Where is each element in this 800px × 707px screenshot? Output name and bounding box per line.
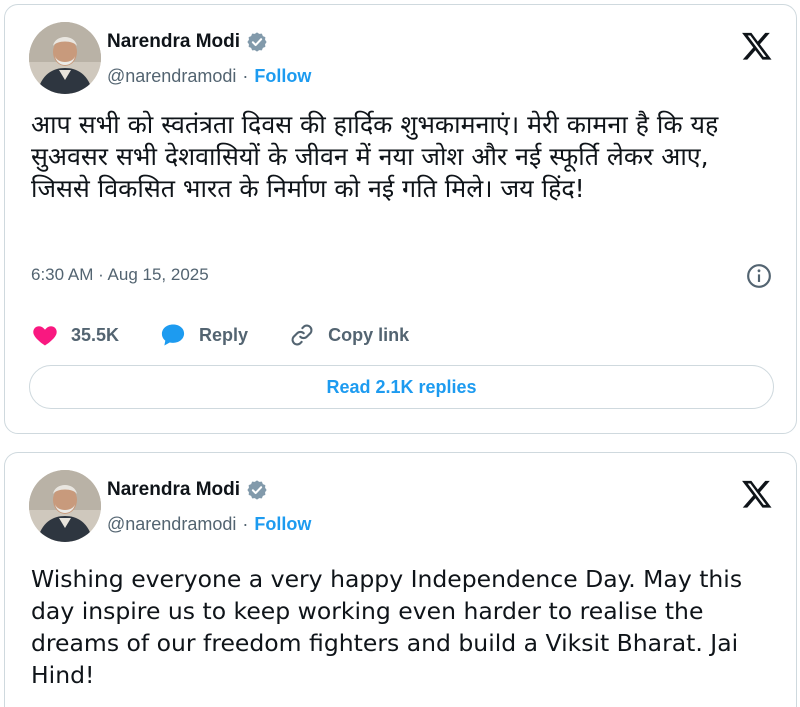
avatar[interactable] (29, 470, 101, 542)
x-logo-icon[interactable] (740, 478, 774, 510)
tweet-card[interactable]: Narendra Modi @narendramodi · Follow Wis… (4, 452, 797, 707)
copy-link-label: Copy link (328, 324, 410, 345)
like-button[interactable]: 35.5K (31, 321, 119, 349)
speech-bubble-icon (161, 324, 185, 346)
separator-dot: · (242, 514, 249, 534)
follow-link[interactable]: Follow (254, 514, 311, 535)
tweet-timestamp[interactable]: 6:30 AM · Aug 15, 2025 (31, 265, 209, 285)
author-handle[interactable]: @narendramodi (107, 66, 236, 87)
follow-link[interactable]: Follow (254, 66, 311, 87)
tweet-actions: 35.5K Reply Copy link (31, 321, 449, 349)
avatar-image (29, 470, 101, 542)
tweet-card[interactable]: Narendra Modi @narendramodi · Follow आप … (4, 4, 797, 434)
tweet-text: आप सभी को स्वतंत्रता दिवस की हार्दिक शुभ… (31, 110, 719, 203)
reply-label: Reply (199, 324, 249, 345)
heart-icon (33, 326, 57, 346)
reply-button[interactable]: Reply (159, 321, 248, 349)
author-handle[interactable]: @narendramodi (107, 514, 236, 535)
avatar-image (29, 22, 101, 94)
author-name[interactable]: Narendra Modi (107, 479, 240, 501)
x-logo-icon[interactable] (740, 30, 774, 62)
verified-badge-icon (247, 32, 267, 52)
copy-link-button[interactable]: Copy link (288, 321, 409, 349)
link-icon (291, 324, 313, 346)
avatar[interactable] (29, 22, 101, 94)
tweet-text: Wishing everyone a very happy Independen… (31, 565, 743, 689)
separator-dot: · (242, 66, 249, 86)
author-name[interactable]: Narendra Modi (107, 31, 240, 53)
like-count: 35.5K (71, 324, 120, 345)
read-replies-button[interactable]: Read 2.1K replies (29, 365, 774, 409)
info-icon[interactable] (746, 263, 772, 289)
verified-badge-icon (247, 480, 267, 500)
